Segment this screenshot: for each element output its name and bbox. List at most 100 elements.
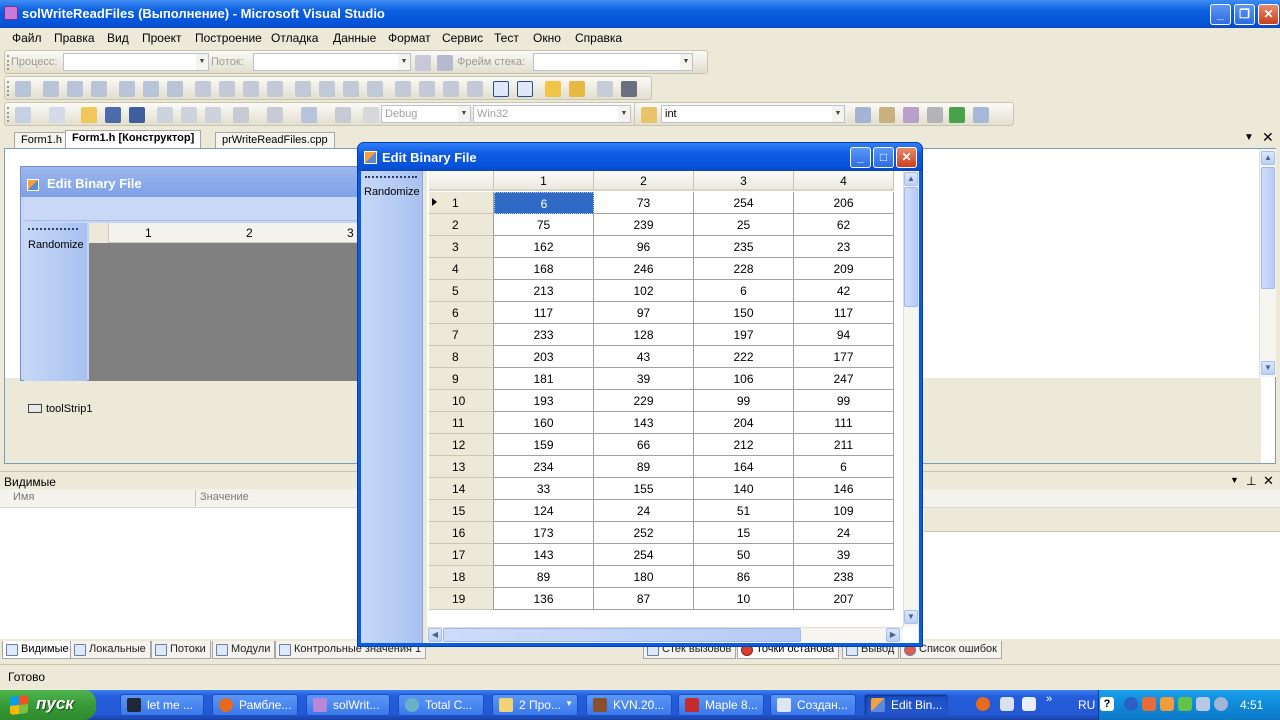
send-to-back-icon[interactable] xyxy=(569,81,585,97)
find-combo[interactable]: int ▼ xyxy=(661,105,845,123)
grid-cell[interactable]: 159 xyxy=(494,434,594,456)
grid-cell[interactable]: 239 xyxy=(594,214,694,236)
increase-vspacing-icon[interactable] xyxy=(419,81,435,97)
grid-cell[interactable]: 75 xyxy=(494,214,594,236)
designer-form[interactable]: Edit Binary File Randomize 1 2 3 xyxy=(20,166,361,381)
grid-vscroll[interactable]: ▲ ▼ xyxy=(903,171,918,627)
grid-cell[interactable]: 15 xyxy=(694,522,794,544)
grid-cell[interactable]: 146 xyxy=(794,478,894,500)
menu-test[interactable]: Тест xyxy=(494,31,519,45)
tray-antivirus-icon[interactable] xyxy=(1160,697,1174,711)
task-maple[interactable]: Maple 8... xyxy=(678,694,764,716)
tray-back-icon[interactable] xyxy=(1124,697,1138,711)
tab-order-icon[interactable] xyxy=(597,81,613,97)
start-button[interactable]: пуск xyxy=(0,690,96,720)
row-header[interactable]: 1 xyxy=(429,192,494,214)
grid-cell[interactable]: 193 xyxy=(494,390,594,412)
designer-randomize-button[interactable]: Randomize xyxy=(28,239,84,251)
grid-cell[interactable]: 117 xyxy=(494,302,594,324)
copy-icon[interactable] xyxy=(181,107,197,123)
task-solwrit[interactable]: solWrit... xyxy=(306,694,390,716)
task-edit-binary[interactable]: Edit Bin... xyxy=(864,694,948,716)
toolbar-grip[interactable] xyxy=(7,107,10,122)
grid-cell[interactable]: 233 xyxy=(494,324,594,346)
designer-toolstrip[interactable]: Randomize xyxy=(24,223,87,381)
grid-cell[interactable]: 39 xyxy=(794,544,894,566)
grid-cell[interactable]: 39 xyxy=(594,368,694,390)
grid-cell[interactable]: 228 xyxy=(694,258,794,280)
grid-cell[interactable]: 10 xyxy=(694,588,794,610)
align-centers-icon[interactable] xyxy=(67,81,83,97)
grid-cell[interactable]: 155 xyxy=(594,478,694,500)
remove-vspacing-icon[interactable] xyxy=(467,81,483,97)
grid-cell[interactable]: 24 xyxy=(594,500,694,522)
grid-cell[interactable]: 173 xyxy=(494,522,594,544)
center-horizontally-icon[interactable] xyxy=(493,81,509,97)
new-project-icon[interactable] xyxy=(15,107,31,123)
grid-cell[interactable]: 128 xyxy=(594,324,694,346)
menu-view[interactable]: Вид xyxy=(107,31,129,45)
grid-cell[interactable]: 6 xyxy=(794,456,894,478)
grid-cell[interactable]: 106 xyxy=(694,368,794,390)
align-bottoms-icon[interactable] xyxy=(167,81,183,97)
grid-cell[interactable]: 51 xyxy=(694,500,794,522)
solution-config-combo[interactable]: Debug ▼ xyxy=(381,105,471,123)
grid-cell[interactable]: 43 xyxy=(594,346,694,368)
grid-cell[interactable]: 197 xyxy=(694,324,794,346)
grid-cell[interactable]: 50 xyxy=(694,544,794,566)
grid-cell[interactable]: 235 xyxy=(694,236,794,258)
grid-cell[interactable]: 246 xyxy=(594,258,694,280)
properties-icon[interactable] xyxy=(879,107,895,123)
process-combo[interactable]: ▼ xyxy=(63,53,209,71)
grid-cell[interactable]: 168 xyxy=(494,258,594,280)
find-in-files-icon[interactable] xyxy=(641,107,657,123)
grid-cell[interactable]: 150 xyxy=(694,302,794,324)
grid-cell[interactable]: 24 xyxy=(794,522,894,544)
grid-cell[interactable]: 209 xyxy=(794,258,894,280)
make-same-width-icon[interactable] xyxy=(195,81,211,97)
tray-x-icon[interactable] xyxy=(1142,697,1156,711)
close-button[interactable]: ✕ xyxy=(1258,4,1279,25)
show-more-icon[interactable]: » xyxy=(1046,693,1052,705)
grid-cell[interactable]: 177 xyxy=(794,346,894,368)
grid-cell[interactable]: 254 xyxy=(694,192,794,214)
row-header[interactable]: 4 xyxy=(429,258,494,280)
grid-cell[interactable]: 136 xyxy=(494,588,594,610)
decrease-vspacing-icon[interactable] xyxy=(443,81,459,97)
quicklaunch-firefox-icon[interactable] xyxy=(976,697,990,711)
open-file-icon[interactable] xyxy=(81,107,97,123)
solution-platform-combo[interactable]: Win32 ▼ xyxy=(473,105,631,123)
menu-file[interactable]: Файл xyxy=(12,31,42,45)
grid-hscroll[interactable]: ◀ ▶ xyxy=(427,627,903,642)
grid-corner-header[interactable] xyxy=(429,171,494,191)
quicklaunch-app-icon[interactable] xyxy=(1022,697,1036,711)
make-same-height-icon[interactable] xyxy=(243,81,259,97)
grid-cell[interactable]: 117 xyxy=(794,302,894,324)
add-item-icon[interactable] xyxy=(49,107,65,123)
row-header[interactable]: 6 xyxy=(429,302,494,324)
grid-cell[interactable]: 206 xyxy=(794,192,894,214)
column-header-3[interactable]: 3 xyxy=(694,171,794,191)
grid-cell[interactable]: 234 xyxy=(494,456,594,478)
stack-frame-combo[interactable]: ▼ xyxy=(533,53,693,71)
remove-spacing-icon[interactable] xyxy=(367,81,383,97)
row-header[interactable]: 3 xyxy=(429,236,494,258)
row-header[interactable]: 19 xyxy=(429,588,494,610)
grid-cell[interactable]: 99 xyxy=(794,390,894,412)
menu-help[interactable]: Справка xyxy=(575,31,622,45)
toolbar-grip[interactable] xyxy=(7,81,10,96)
object-browser-icon[interactable] xyxy=(903,107,919,123)
grid-cell[interactable]: 238 xyxy=(794,566,894,588)
row-header[interactable]: 9 xyxy=(429,368,494,390)
row-header[interactable]: 2 xyxy=(429,214,494,236)
grid-cell[interactable]: 89 xyxy=(594,456,694,478)
navigate-forward-icon[interactable] xyxy=(335,107,351,123)
row-header[interactable]: 7 xyxy=(429,324,494,346)
grid-cell[interactable]: 25 xyxy=(694,214,794,236)
column-header-1[interactable]: 1 xyxy=(494,171,594,191)
menu-edit[interactable]: Правка xyxy=(54,31,95,45)
grid-cell[interactable]: 87 xyxy=(594,588,694,610)
grid-cell[interactable]: 252 xyxy=(594,522,694,544)
designer-vscroll[interactable]: ▲ ▼ xyxy=(1259,149,1276,377)
grid-cell[interactable]: 211 xyxy=(794,434,894,456)
